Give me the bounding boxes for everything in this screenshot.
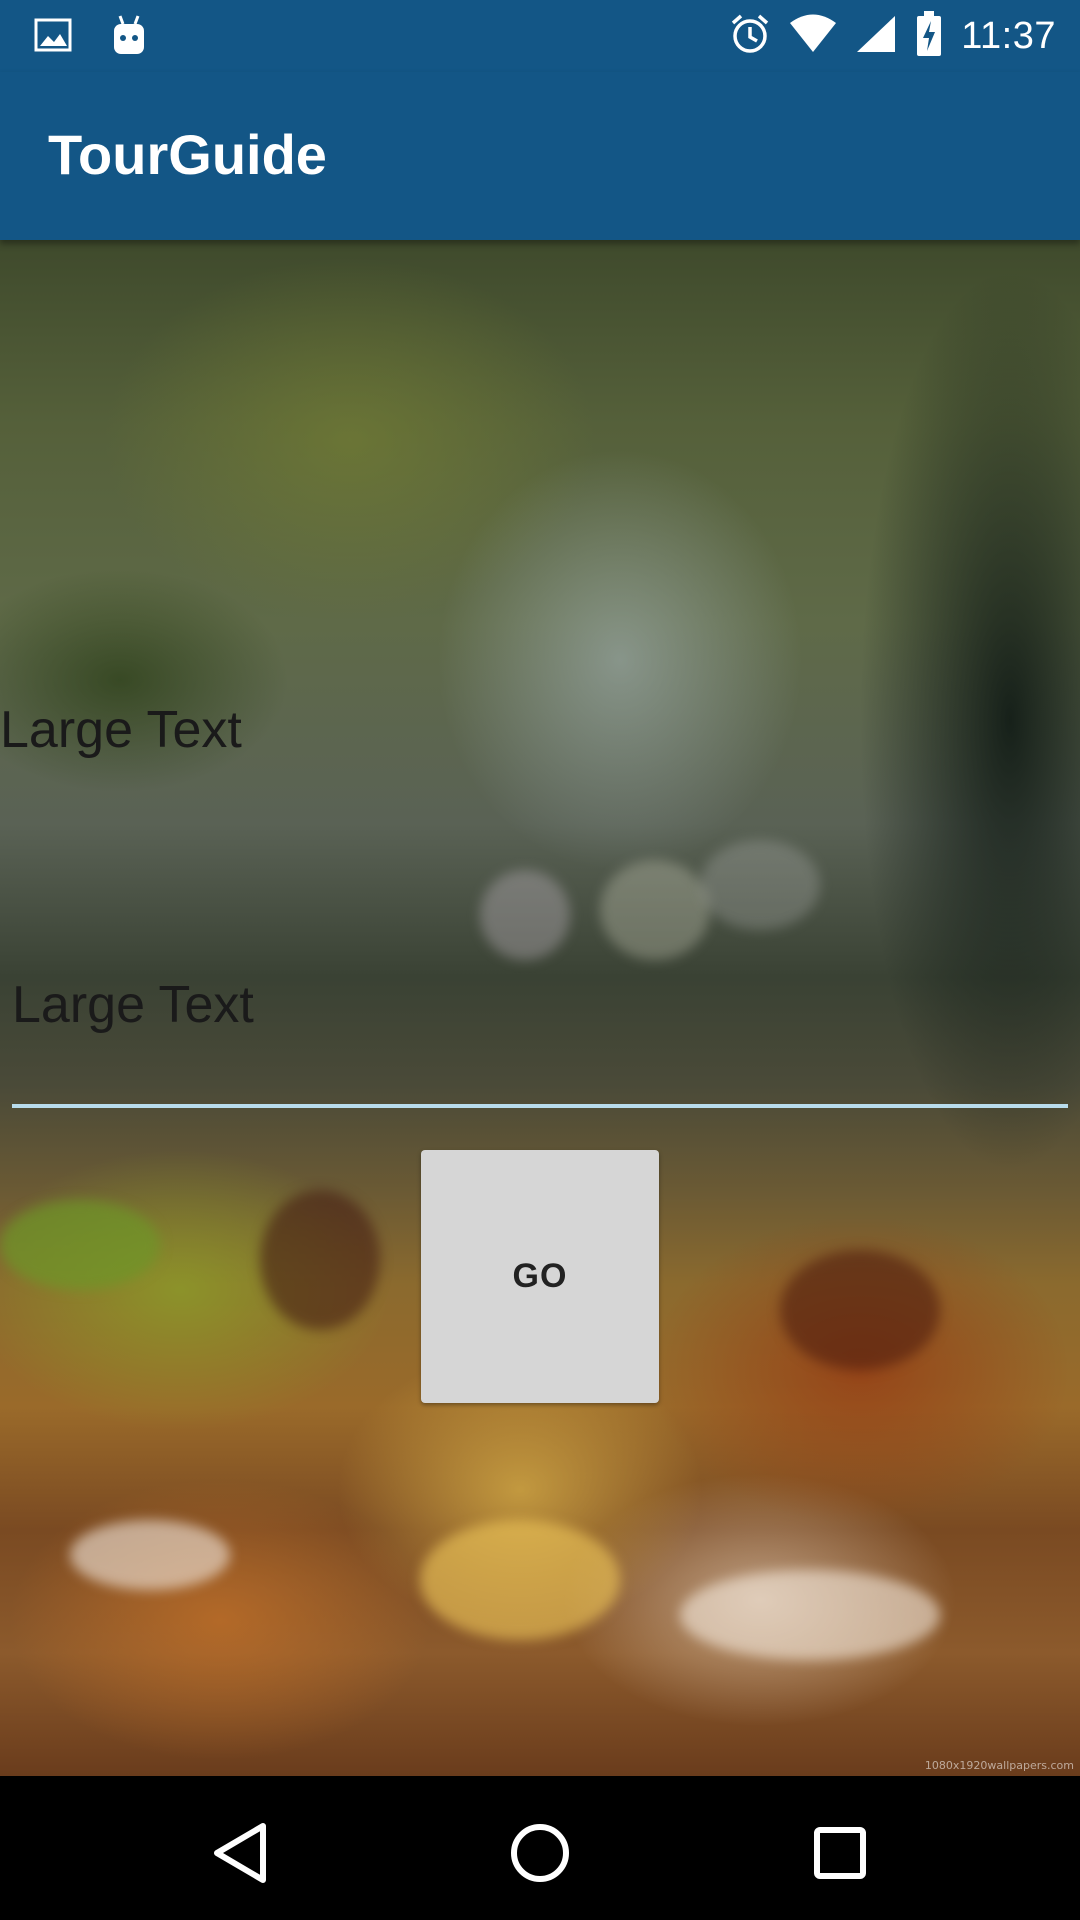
navigation-bar xyxy=(0,1776,1080,1920)
large-text-2[interactable]: Large Text xyxy=(12,975,254,1035)
status-time: 11:37 xyxy=(961,14,1056,57)
app-title: TourGuide xyxy=(48,123,327,186)
back-icon[interactable] xyxy=(206,1818,276,1888)
wifi-icon xyxy=(789,14,837,59)
alarm-icon xyxy=(729,13,771,60)
image-icon xyxy=(34,16,72,59)
recents-icon[interactable] xyxy=(805,1818,875,1888)
status-bar: 11:37 xyxy=(0,0,1080,72)
signal-icon xyxy=(855,14,897,59)
battery-charging-icon xyxy=(915,10,943,62)
app-bar: TourGuide xyxy=(0,72,1080,240)
text-field-underline[interactable] xyxy=(12,1104,1068,1108)
home-icon[interactable] xyxy=(505,1818,575,1888)
android-icon xyxy=(110,14,148,61)
go-button[interactable]: GO xyxy=(421,1150,659,1403)
watermark: 1080x1920wallpapers.com xyxy=(924,1759,1074,1772)
large-text-1: Large Text xyxy=(0,701,242,759)
